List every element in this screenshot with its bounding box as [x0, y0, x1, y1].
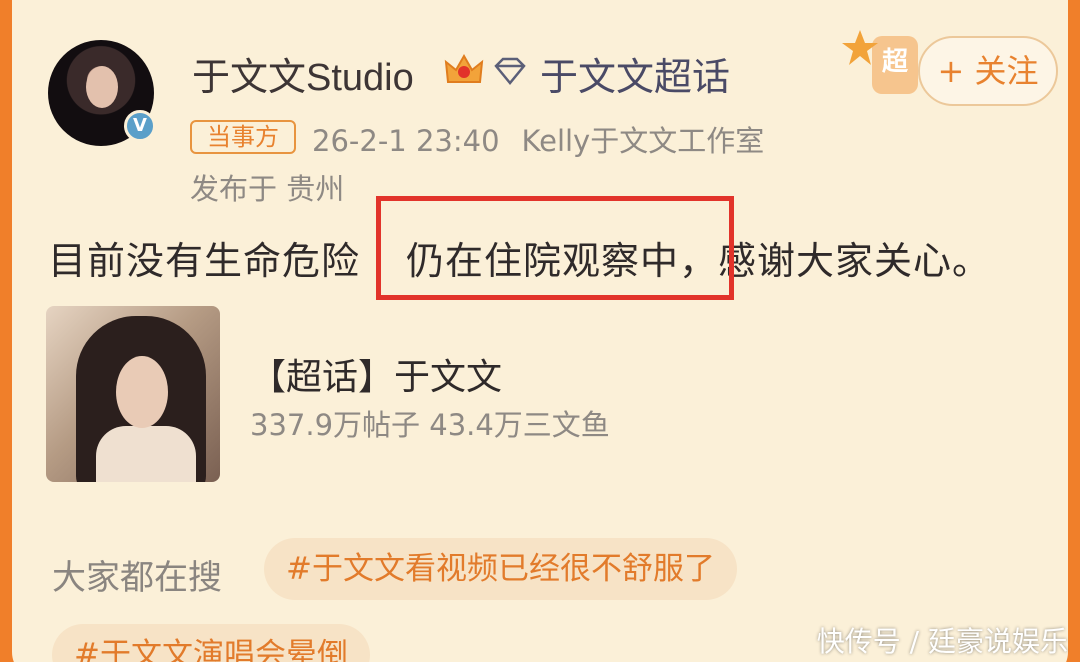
body-text-after: 感谢大家关心。: [718, 239, 992, 283]
topic-card-title[interactable]: 【超话】于文文: [250, 348, 502, 400]
super-topic-link[interactable]: 于文文超话: [540, 46, 730, 101]
topic-card-image[interactable]: [46, 306, 220, 482]
portrait-face: [116, 356, 168, 428]
weibo-post-card: V 于文文Studio 于文文超话 超 + 关注 当事方 26-2-1 23:4…: [12, 0, 1068, 662]
trending-chip[interactable]: #于文文看视频已经很不舒服了: [264, 538, 737, 600]
avatar-face: [86, 66, 118, 108]
body-text-before: 目前没有生命危险: [48, 239, 361, 283]
super-topic-badge-icon[interactable]: 超: [840, 28, 920, 94]
post-timestamp: 26-2-1 23:40: [312, 124, 500, 158]
role-tag: 当事方: [190, 120, 296, 154]
post-source[interactable]: Kelly于文文工作室: [522, 124, 765, 158]
star-icon: [842, 30, 878, 65]
trending-chip[interactable]: #于文文演唱会晕倒: [52, 624, 370, 662]
red-highlight-box: [376, 196, 734, 300]
crown-icon: [444, 53, 484, 83]
portrait-body: [96, 426, 196, 482]
post-meta: 26-2-1 23:40 Kelly于文文工作室: [312, 118, 764, 160]
topic-card-stats: 337.9万帖子 43.4万三文鱼: [250, 408, 610, 442]
author-avatar[interactable]: V: [48, 40, 156, 146]
trending-search-label: 大家都在搜: [52, 558, 222, 598]
follow-button[interactable]: + 关注: [918, 36, 1058, 106]
watermark: 快传号 / 廷豪说娱乐: [816, 625, 1068, 658]
verified-icon: V: [124, 110, 156, 142]
author-name[interactable]: 于文文Studio: [192, 46, 414, 101]
post-location: 发布于 贵州: [190, 172, 345, 206]
diamond-icon: [494, 57, 526, 85]
